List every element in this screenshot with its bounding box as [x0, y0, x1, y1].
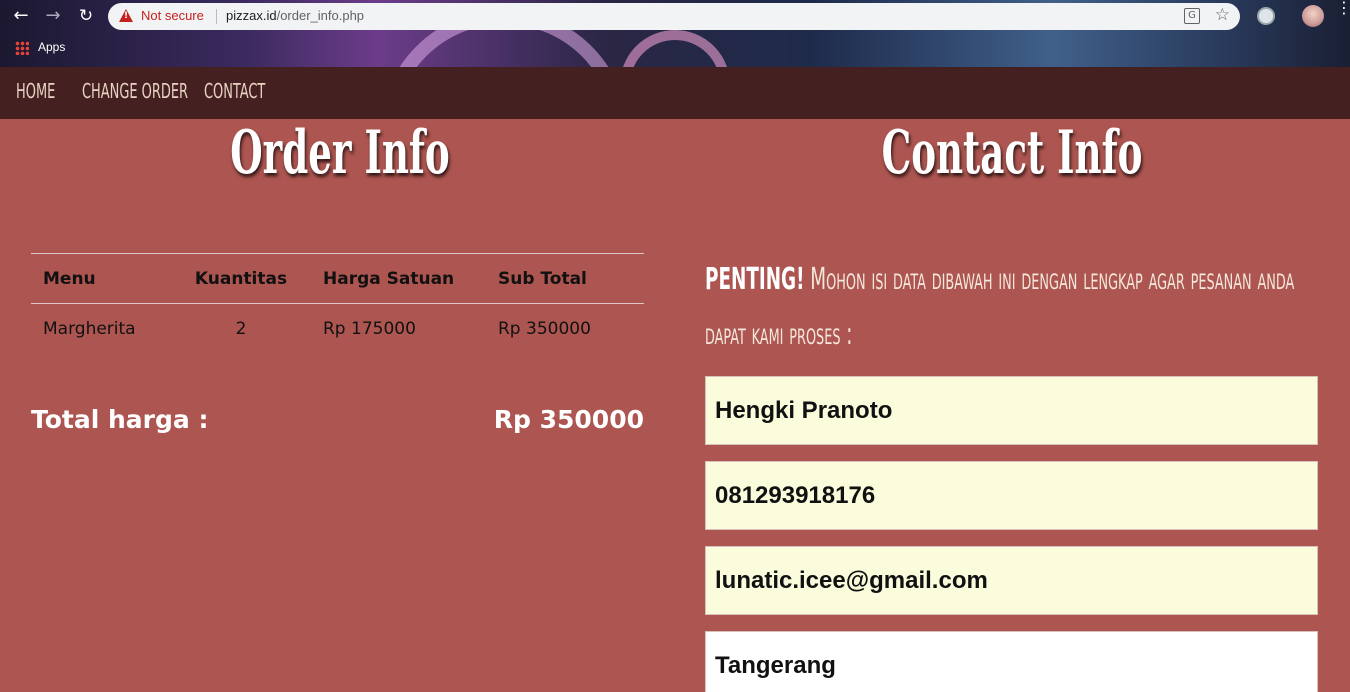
url-domain: pizzax.id	[226, 8, 277, 23]
cell-unit-price: Rp 175000	[323, 318, 416, 339]
column-header-subtotal: Sub Total	[486, 253, 644, 304]
site-navbar: HOME CHANGE ORDER CONTACT	[0, 67, 1350, 119]
cell-subtotal: Rp 350000	[498, 318, 591, 339]
warning-icon: !	[119, 9, 133, 22]
profile-avatar[interactable]	[1302, 5, 1324, 27]
url-path: /order_info.php	[276, 8, 365, 23]
nav-contact-link[interactable]: CONTACT	[204, 79, 265, 103]
order-info-title: Order Info	[230, 118, 450, 188]
translate-icon[interactable]: G	[1184, 8, 1200, 24]
url-text[interactable]: pizzax.id/order_info.php	[226, 8, 364, 23]
table-row: Margherita 2 Rp 175000 Rp 350000	[31, 304, 644, 354]
contact-info-title: Contact Info	[881, 118, 1143, 188]
extension-icon[interactable]	[1257, 7, 1275, 25]
email-field[interactable]: lunatic.icee@gmail.com	[705, 546, 1318, 615]
security-label[interactable]: Not secure	[141, 8, 204, 23]
apps-bookmark-label[interactable]: Apps	[38, 40, 65, 54]
city-field[interactable]: Tangerang	[705, 631, 1318, 692]
cell-quantity: 2	[235, 318, 247, 339]
column-header-quantity: Kuantitas	[171, 253, 311, 304]
apps-grid-icon[interactable]	[15, 41, 29, 55]
browser-chrome: ← → ↻ ! Not secure pizzax.id/order_info.…	[0, 0, 1350, 67]
cell-menu: Margherita	[43, 318, 136, 339]
total-label: Total harga :	[31, 405, 209, 434]
nav-change-order-link[interactable]: CHANGE ORDER	[82, 79, 188, 103]
contact-notice: PENTING! Mohon isi data dibawah ini deng…	[705, 252, 1317, 362]
column-header-menu: Menu	[31, 253, 171, 304]
forward-arrow-icon[interactable]: →	[42, 5, 64, 27]
total-value: Rp 350000	[493, 405, 644, 434]
address-bar[interactable]: ! Not secure pizzax.id/order_info.php G …	[108, 3, 1240, 30]
reload-icon[interactable]: ↻	[75, 5, 97, 27]
bookmark-star-icon[interactable]: ☆	[1215, 5, 1230, 25]
nav-home-link[interactable]: HOME	[16, 79, 55, 103]
table-header-row: Menu Kuantitas Harga Satuan Sub Total	[31, 253, 644, 304]
order-table: Menu Kuantitas Harga Satuan Sub Total Ma…	[31, 253, 644, 354]
browser-menu-icon[interactable]: ⋮	[1336, 0, 1350, 16]
column-header-unit-price: Harga Satuan	[311, 253, 486, 304]
omnibox-divider	[216, 9, 217, 24]
notice-important: PENTING!	[705, 262, 805, 297]
name-field[interactable]: Hengki Pranoto	[705, 376, 1318, 445]
back-arrow-icon[interactable]: ←	[10, 5, 32, 27]
phone-field[interactable]: 081293918176	[705, 461, 1318, 530]
